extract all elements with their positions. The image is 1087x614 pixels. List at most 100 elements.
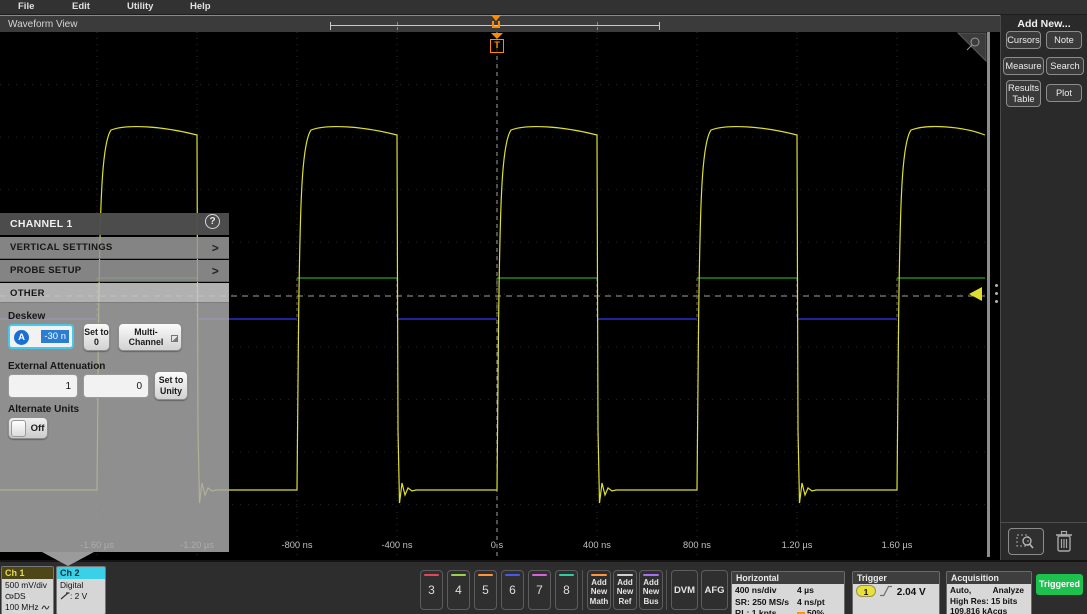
alternate-units-label: Alternate Units: [8, 404, 79, 415]
knob-a-badge: A: [14, 330, 29, 345]
alternate-units-toggle[interactable]: Off: [8, 417, 48, 439]
note-button[interactable]: Note: [1046, 31, 1082, 49]
plot-button[interactable]: Plot: [1046, 84, 1082, 102]
dialog-title[interactable]: CHANNEL 1: [0, 213, 229, 235]
deskew-input[interactable]: A -30 n: [8, 324, 74, 349]
sample-rate: SR: 250 MS/s: [735, 597, 797, 609]
afg-button[interactable]: AFG: [701, 570, 728, 610]
record-length: RL: 1 kpts: [735, 608, 797, 614]
time-tick-label: 1.20 µs: [765, 540, 829, 550]
external-attenuation-label: External Attenuation: [8, 361, 105, 372]
cursors-button[interactable]: Cursors: [1006, 31, 1041, 49]
menu-file[interactable]: File: [18, 1, 34, 12]
vertical-scrollbar[interactable]: [987, 32, 990, 557]
channel-color-line: [505, 574, 520, 576]
acquisition-title: Acquisition: [947, 572, 1031, 584]
channel-4-button[interactable]: 4: [447, 570, 470, 610]
deskew-value: -30 n: [41, 330, 69, 343]
channel-number: 4: [455, 583, 462, 597]
horizontal-duration: 4 µs: [797, 585, 814, 597]
trigger-panel[interactable]: Trigger 1 2.04 V: [852, 571, 940, 614]
menu-edit[interactable]: Edit: [72, 1, 90, 12]
section-probe-setup[interactable]: PROBE SETUP >: [0, 260, 229, 282]
acq-count: 109.816 kAcqs: [950, 606, 1028, 614]
dvm-button[interactable]: DVM: [671, 570, 698, 610]
attenuation-value-2: 0: [136, 381, 142, 392]
multi-channel-button[interactable]: Multi-Channel: [118, 323, 182, 351]
time-tick-label: 1.60 µs: [865, 540, 929, 550]
overview-left-bracket: [330, 22, 331, 30]
bandwidth-icon: [41, 604, 50, 611]
add-new-math-button[interactable]: Add New Math: [587, 570, 611, 610]
horizontal-panel[interactable]: Horizontal 400 ns/div4 µs SR: 250 MS/s4 …: [731, 571, 845, 614]
channel-number: 8: [563, 583, 570, 597]
time-tick-label: 400 ns: [565, 540, 629, 550]
scrollbar-handle[interactable]: [993, 282, 999, 308]
add-new-ref-button[interactable]: Add New Ref: [613, 570, 637, 610]
oscilloscope-screen: File Edit Utility Help Waveform View -1.…: [0, 0, 1087, 614]
time-tick-label: -400 ns: [365, 540, 429, 550]
rising-edge-icon: [880, 585, 892, 597]
acq-analyze: Analyze: [993, 585, 1024, 596]
add-new-title: Add New...: [1001, 18, 1087, 30]
menu-help[interactable]: Help: [190, 1, 211, 12]
add-new-bus-button[interactable]: Add New Bus: [639, 570, 663, 610]
menu-utility[interactable]: Utility: [127, 1, 153, 12]
set-to-unity-button[interactable]: Set to Unity: [154, 371, 188, 400]
trigger-level: 2.04 V: [897, 587, 926, 598]
horizontal-scale: 400 ns/div: [735, 585, 797, 597]
ref-color-line: [617, 574, 633, 576]
channel-number: 3: [428, 583, 435, 597]
channel-6-button[interactable]: 6: [501, 570, 524, 610]
set-to-zero-button[interactable]: Set to 0: [83, 323, 110, 351]
deskew-label: Deskew: [8, 311, 45, 322]
trash-icon: [1053, 529, 1075, 554]
triggered-status-badge: Triggered: [1036, 574, 1083, 595]
attenuation-input-2[interactable]: 0: [83, 374, 149, 398]
section-label: VERTICAL SETTINGS: [10, 242, 113, 253]
search-button[interactable]: Search: [1046, 57, 1084, 75]
overview-tick: [597, 22, 598, 30]
trash-button[interactable]: [1053, 529, 1075, 554]
help-icon[interactable]: ?: [205, 214, 220, 229]
channel-color-line: [424, 574, 439, 576]
section-vertical-settings[interactable]: VERTICAL SETTINGS >: [0, 237, 229, 259]
dialog-body: Deskew A -30 n Set to 0 Multi-Channel Ex…: [0, 303, 229, 552]
toggle-knob: [11, 420, 26, 437]
trigger-source-badge: 1: [856, 585, 876, 597]
add-button-label: Add New Bus: [640, 578, 662, 607]
trigger-position-flag[interactable]: T: [490, 39, 504, 53]
chevron-right-icon: >: [212, 260, 219, 282]
channel-5-button[interactable]: 5: [474, 570, 497, 610]
acq-mode: Auto,: [950, 585, 971, 596]
time-tick-label: 0 s: [465, 540, 529, 550]
horizontal-position: 50%: [807, 608, 824, 614]
flyout-icon: [171, 335, 178, 342]
section-other[interactable]: OTHER: [0, 283, 229, 303]
results-table-button[interactable]: Results Table: [1006, 80, 1041, 107]
channel-number: 7: [536, 583, 543, 597]
panel-divider: [1001, 522, 1087, 523]
acquisition-panel[interactable]: Acquisition Auto,Analyze High Res: 15 bi…: [946, 571, 1032, 614]
zoom-mode-button[interactable]: [1008, 528, 1044, 555]
add-button-label: Add New Math: [588, 578, 610, 607]
attenuation-input-1[interactable]: 1: [8, 374, 78, 398]
math-color-line: [591, 574, 607, 576]
add-new-panel: Add New... Cursors Note Measure Search R…: [1000, 15, 1087, 560]
channel-color-line: [559, 574, 574, 576]
overview-tick: [397, 22, 398, 30]
chevron-right-icon: >: [212, 237, 219, 259]
multi-channel-label: Multi-Channel: [119, 327, 173, 347]
measure-button[interactable]: Measure: [1003, 57, 1044, 75]
channel1-dialog: CHANNEL 1 ? VERTICAL SETTINGS > PROBE SE…: [0, 211, 229, 552]
section-label: PROBE SETUP: [10, 265, 81, 276]
channel-color-line: [451, 574, 466, 576]
channel-3-button[interactable]: 3: [420, 570, 443, 610]
channel-7-button[interactable]: 7: [528, 570, 551, 610]
ch1-badge-header: Ch 1: [2, 567, 53, 579]
expansion-point-icon[interactable]: [492, 21, 500, 28]
channel-8-button[interactable]: 8: [555, 570, 578, 610]
ch2-badge[interactable]: Ch 2 Digital : 2 V: [56, 566, 106, 614]
channel-number: 6: [509, 583, 516, 597]
bus-color-line: [643, 574, 659, 576]
